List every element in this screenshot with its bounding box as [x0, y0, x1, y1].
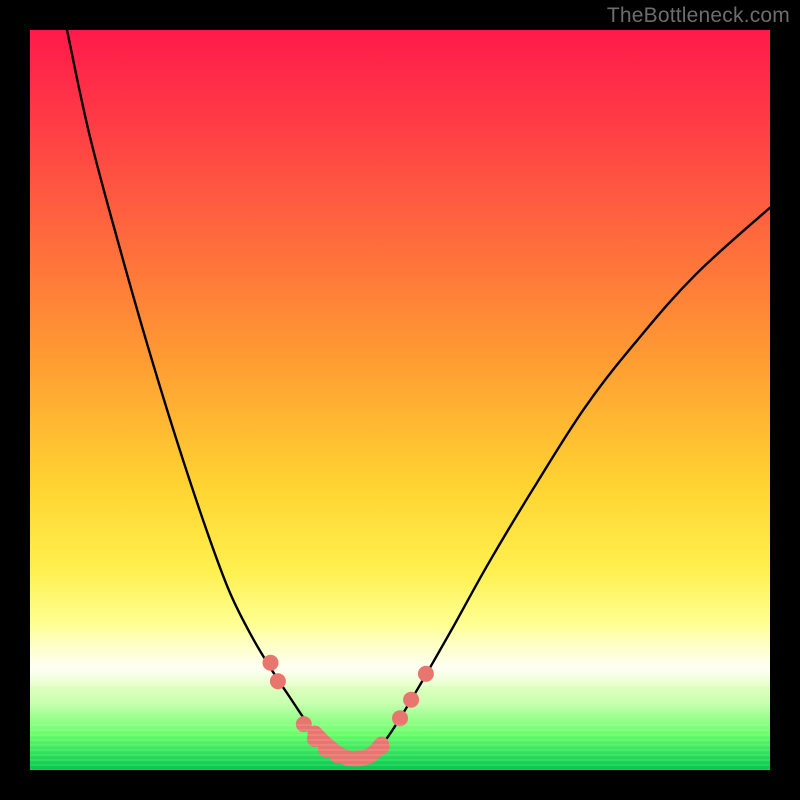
data-marker — [403, 692, 419, 708]
curves-svg — [30, 30, 770, 770]
watermark-text: TheBottleneck.com — [607, 4, 790, 28]
series-left-curve — [67, 30, 356, 759]
data-marker — [270, 673, 286, 689]
data-marker — [263, 655, 279, 671]
data-marker — [418, 666, 434, 682]
chart-frame: TheBottleneck.com — [0, 0, 800, 800]
data-marker — [374, 738, 390, 754]
data-marker — [296, 716, 312, 732]
plot-area — [30, 30, 770, 770]
series-right-curve — [356, 208, 770, 759]
data-marker — [392, 710, 408, 726]
